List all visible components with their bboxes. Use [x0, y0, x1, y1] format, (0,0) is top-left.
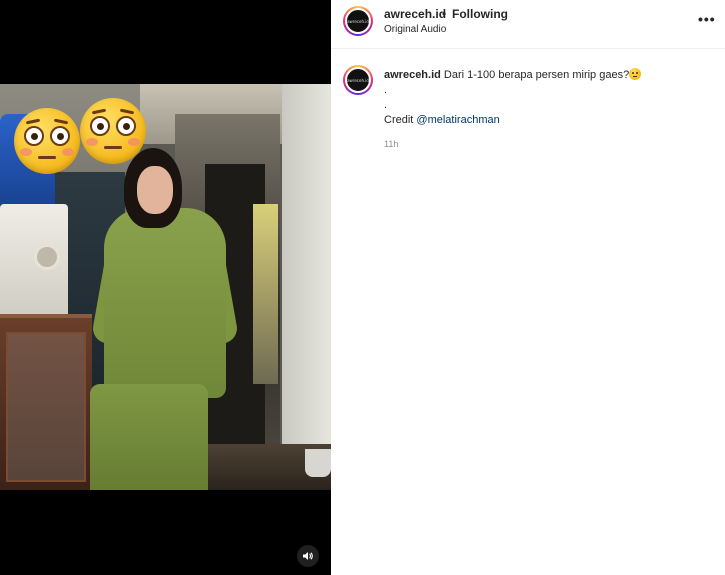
- scene-bucket: [305, 449, 331, 477]
- header-username-link[interactable]: awreceh.id: [384, 7, 446, 21]
- flushed-face-emoji-icon: [14, 108, 80, 174]
- person-body: [104, 208, 226, 398]
- caption-avatar-text: awreceh.id: [347, 77, 369, 83]
- more-options-icon[interactable]: •••: [698, 12, 716, 26]
- credit-label: Credit: [384, 114, 414, 126]
- person-face: [137, 166, 173, 214]
- following-button[interactable]: Following: [452, 7, 508, 21]
- caption-line-dot: .: [384, 84, 388, 96]
- caption-username-link[interactable]: awreceh.id: [384, 69, 441, 81]
- post-details-panel: awreceh.id awreceh.id • Following Origin…: [331, 0, 725, 575]
- scene-wall-right: [282, 84, 331, 490]
- person-skirt: [90, 384, 208, 490]
- post-header: awreceh.id awreceh.id • Following Origin…: [331, 0, 725, 49]
- scene-shelf-glass: [6, 332, 86, 482]
- scene-dispenser-fan: [34, 244, 60, 270]
- header-separator: •: [442, 7, 447, 21]
- caption-text: Dari 1-100 berapa persen mirip gaes?: [443, 69, 630, 81]
- speaker-icon: [303, 552, 313, 560]
- flushed-face-emoji-icon: [629, 68, 642, 80]
- video-panel[interactable]: [0, 0, 331, 575]
- avatar-text: awreceh.id: [347, 18, 369, 24]
- caption-line-dot: .: [384, 99, 388, 111]
- video-player[interactable]: [0, 84, 331, 490]
- caption-avatar[interactable]: awreceh.id: [343, 65, 373, 95]
- scene-door-light: [253, 204, 278, 384]
- original-audio-link[interactable]: Original Audio: [384, 24, 446, 35]
- sound-toggle-button[interactable]: [297, 545, 319, 567]
- avatar[interactable]: awreceh.id: [343, 6, 373, 36]
- post-timestamp[interactable]: 11h: [384, 139, 398, 149]
- mention-link[interactable]: @melatirachman: [416, 114, 499, 126]
- flushed-face-emoji-icon: [80, 98, 146, 164]
- caption: awreceh.id Dari 1-100 berapa persen miri…: [384, 68, 714, 128]
